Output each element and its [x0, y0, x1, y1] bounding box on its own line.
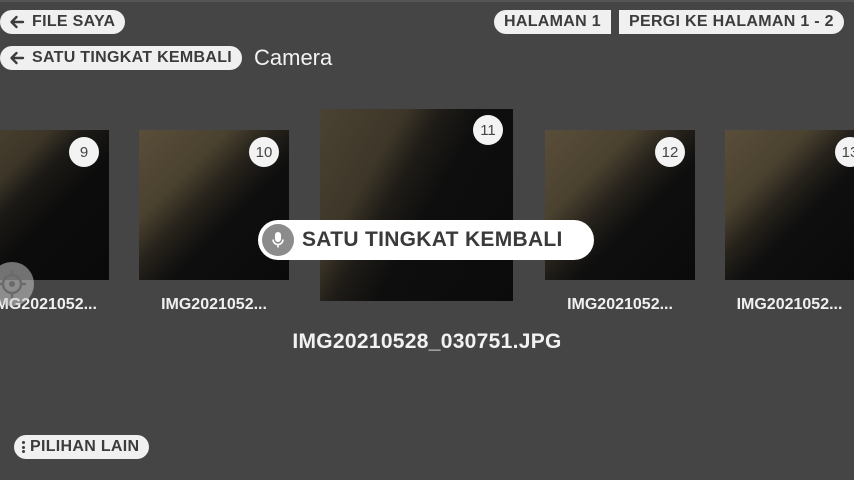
mic-icon: [262, 224, 294, 256]
page-label: HALAMAN 1: [504, 13, 601, 30]
up-one-level-button[interactable]: SATU TINGKAT KEMBALI: [0, 46, 243, 70]
selected-filename: IMG20210528_030751.JPG: [292, 330, 562, 353]
arrow-left-icon: [8, 49, 26, 67]
item-caption: IMG2021052...: [161, 296, 267, 313]
top-divider: [0, 0, 854, 2]
item-caption: IMG2021052...: [736, 296, 843, 313]
more-options-button[interactable]: PILIHAN LAIN: [14, 435, 150, 459]
item-number-badge: 12: [655, 137, 685, 167]
item-number-badge: 10: [249, 137, 279, 167]
item-number-badge: 11: [473, 115, 503, 145]
gallery-item-13[interactable]: 13: [725, 130, 854, 280]
up-one-level-label: SATU TINGKAT KEMBALI: [32, 49, 233, 66]
goto-page-button[interactable]: PERGI KE HALAMAN 1 - 2: [619, 10, 844, 34]
gallery-item-9[interactable]: 9: [0, 130, 109, 280]
more-options-label: PILIHAN LAIN: [30, 438, 140, 455]
page-indicator-button[interactable]: HALAMAN 1: [494, 10, 611, 34]
folder-title: Camera: [254, 45, 333, 70]
more-vert-icon: [22, 441, 25, 453]
my-files-button[interactable]: FILE SAYA: [0, 10, 126, 34]
gallery-item-11-selected[interactable]: 11: [320, 109, 513, 301]
arrow-left-icon: [8, 13, 26, 31]
gallery-item-10[interactable]: 10: [139, 130, 289, 280]
voice-command-label: SATU TINGKAT KEMBALI: [302, 228, 563, 251]
goto-page-label: PERGI KE HALAMAN 1 - 2: [629, 13, 834, 30]
item-caption: IMG2021052...: [567, 296, 673, 313]
voice-command-hint[interactable]: SATU TINGKAT KEMBALI: [258, 220, 594, 260]
item-number-badge: 9: [69, 137, 99, 167]
my-files-label: FILE SAYA: [32, 13, 116, 30]
